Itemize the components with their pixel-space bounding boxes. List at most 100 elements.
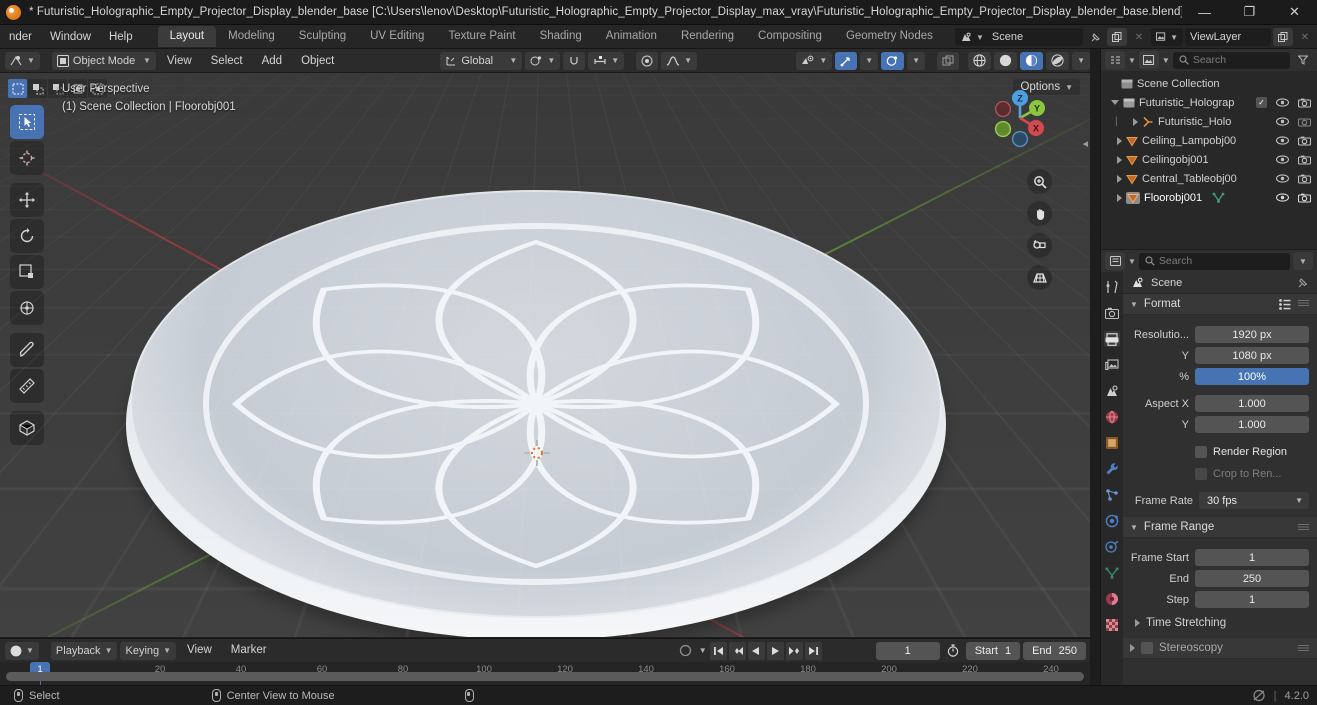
tab-modeling[interactable]: Modeling bbox=[216, 26, 287, 47]
eye-icon[interactable] bbox=[1276, 174, 1289, 183]
add-cube-tool-button[interactable] bbox=[10, 411, 44, 445]
jump-to-end-button[interactable] bbox=[804, 641, 822, 660]
eye-icon[interactable] bbox=[1276, 117, 1289, 126]
drag-handle-icon[interactable] bbox=[1298, 523, 1309, 531]
outliner-row-mesh-selected[interactable]: Floorobj001 bbox=[1101, 188, 1317, 207]
menu-render[interactable]: nder bbox=[0, 25, 41, 49]
start-frame-field[interactable]: Start 1 bbox=[965, 641, 1021, 660]
outliner-filter-button[interactable] bbox=[1293, 51, 1313, 69]
annotate-tool-button[interactable] bbox=[10, 333, 44, 367]
eye-icon[interactable] bbox=[1276, 136, 1289, 145]
overlays-dropdown[interactable]: ▼ bbox=[907, 51, 926, 70]
properties-editor-type-button[interactable] bbox=[1105, 252, 1125, 270]
jump-to-start-button[interactable] bbox=[709, 641, 727, 660]
interaction-mode-selector[interactable]: Object Mode ▼ bbox=[51, 51, 156, 70]
viewport-3d[interactable]: ▼ Object Mode ▼ View Select Add Object G… bbox=[0, 49, 1090, 637]
timeline-menu-playback[interactable]: Playback ▼ bbox=[50, 641, 118, 660]
tab-render-icon[interactable] bbox=[1104, 305, 1120, 321]
tab-sculpting[interactable]: Sculpting bbox=[287, 26, 358, 47]
tab-collection-icon[interactable] bbox=[1104, 435, 1120, 451]
chevron-right-icon[interactable] bbox=[1117, 136, 1122, 145]
snap-toggle-button[interactable] bbox=[563, 51, 586, 70]
viewlayer-selector[interactable]: ViewLayer bbox=[1185, 28, 1271, 46]
camera-icon[interactable] bbox=[1298, 193, 1311, 203]
outliner-display-mode-button[interactable] bbox=[1138, 51, 1159, 69]
timeline-menu-keying[interactable]: Keying ▼ bbox=[120, 641, 177, 660]
play-button[interactable] bbox=[766, 641, 784, 660]
tab-data-icon[interactable] bbox=[1104, 565, 1120, 581]
shading-rendered-button[interactable] bbox=[1046, 51, 1070, 70]
zoom-icon[interactable] bbox=[1027, 169, 1052, 194]
shading-solid-button[interactable] bbox=[994, 51, 1018, 70]
camera-icon[interactable] bbox=[1027, 233, 1052, 258]
frame-rate-select[interactable]: 30 fps ▼ bbox=[1199, 492, 1309, 509]
pin-icon[interactable] bbox=[1297, 277, 1309, 289]
tab-texture-paint[interactable]: Texture Paint bbox=[436, 26, 527, 47]
tab-modifier-icon[interactable] bbox=[1104, 461, 1120, 477]
frame-range-panel-header[interactable]: ▼ Frame Range bbox=[1123, 517, 1317, 538]
measure-tool-button[interactable] bbox=[10, 369, 44, 403]
menu-window[interactable]: Window bbox=[41, 25, 100, 49]
snap-pivot-selector[interactable]: ▼ bbox=[525, 51, 561, 70]
outliner-row-mesh[interactable]: Ceilingobj001 bbox=[1101, 150, 1317, 169]
move-tool-button[interactable] bbox=[10, 183, 44, 217]
chevron-right-icon[interactable] bbox=[1117, 155, 1122, 164]
timeline-strip[interactable]: 20 40 60 80 100 120 140 160 180 200 220 … bbox=[0, 662, 1090, 686]
chevron-right-icon[interactable] bbox=[1117, 174, 1122, 183]
tab-texture-icon[interactable] bbox=[1104, 617, 1120, 633]
current-frame-field[interactable]: 1 bbox=[875, 641, 940, 660]
tab-layout[interactable]: Layout bbox=[157, 26, 217, 47]
camera-icon[interactable] bbox=[1298, 98, 1311, 108]
render-region-checkbox[interactable] bbox=[1195, 445, 1207, 458]
tab-rendering[interactable]: Rendering bbox=[669, 26, 746, 47]
chevron-down-icon[interactable]: ▼ bbox=[699, 646, 707, 655]
camera-icon[interactable] bbox=[1298, 136, 1311, 146]
play-reverse-button[interactable] bbox=[747, 641, 765, 660]
camera-icon[interactable] bbox=[1298, 174, 1311, 184]
cursor-tool-button[interactable] bbox=[10, 141, 44, 175]
viewport-menu-object[interactable]: Object bbox=[293, 49, 342, 73]
auto-keying-toggle[interactable] bbox=[676, 642, 696, 660]
scale-tool-button[interactable] bbox=[10, 255, 44, 289]
end-frame-field[interactable]: End 250 bbox=[1023, 641, 1086, 660]
outliner-search-input[interactable]: Search bbox=[1172, 51, 1290, 69]
outliner-row-collection[interactable]: Futuristic_Holograp ✓ bbox=[1101, 93, 1317, 112]
timeline-scrollbar[interactable] bbox=[6, 672, 1084, 681]
eye-icon[interactable] bbox=[1276, 193, 1289, 202]
viewlayer-icon-button[interactable]: ▼ bbox=[1151, 28, 1183, 46]
tab-tool-icon[interactable] bbox=[1104, 279, 1120, 295]
resolution-y-field[interactable]: 1080 px bbox=[1195, 347, 1309, 364]
tab-uv-editing[interactable]: UV Editing bbox=[358, 26, 436, 47]
tab-geometry-nodes[interactable]: Geometry Nodes bbox=[834, 26, 945, 47]
viewport-menu-view[interactable]: View bbox=[159, 49, 200, 73]
grid-icon[interactable] bbox=[1027, 265, 1052, 290]
menu-help[interactable]: Help bbox=[100, 25, 142, 49]
navigation-gizmo[interactable]: Z Y X bbox=[986, 84, 1054, 152]
visibility-selector[interactable]: ▼ bbox=[796, 51, 833, 70]
camera-icon[interactable] bbox=[1298, 117, 1311, 127]
timeline-menu-marker[interactable]: Marker bbox=[223, 639, 275, 662]
tab-constraints-icon[interactable] bbox=[1104, 539, 1120, 555]
resolution-x-field[interactable]: 1920 px bbox=[1195, 326, 1309, 343]
camera-icon[interactable] bbox=[1298, 155, 1311, 165]
scene-selector[interactable]: ▼ Scene bbox=[955, 28, 1083, 46]
format-panel-header[interactable]: ▼ Format bbox=[1123, 294, 1317, 315]
frame-start-field[interactable]: 1 bbox=[1195, 549, 1309, 566]
tab-animation[interactable]: Animation bbox=[594, 26, 669, 47]
outliner-row-mesh[interactable]: Ceiling_Lampobj00 bbox=[1101, 131, 1317, 150]
tab-viewlayer-icon[interactable] bbox=[1104, 357, 1120, 373]
xray-toggle[interactable] bbox=[937, 51, 960, 70]
aspect-y-field[interactable]: 1.000 bbox=[1195, 416, 1309, 433]
viewport-menu-select[interactable]: Select bbox=[203, 49, 251, 73]
outliner-row-scene-collection[interactable]: Scene Collection bbox=[1101, 74, 1317, 93]
mesh-data-icon[interactable] bbox=[1212, 192, 1225, 204]
resolution-percent-field[interactable]: 100% bbox=[1195, 368, 1309, 385]
aspect-x-field[interactable]: 1.000 bbox=[1195, 395, 1309, 412]
shading-wireframe-button[interactable] bbox=[968, 51, 992, 70]
timeline-menu-view[interactable]: View bbox=[179, 639, 220, 662]
snap-settings-selector[interactable]: ▼ bbox=[588, 51, 625, 70]
chevron-down-icon[interactable] bbox=[1111, 100, 1119, 105]
gizmos-dropdown[interactable]: ▼ bbox=[860, 51, 879, 70]
falloff-type-selector[interactable]: ▼ bbox=[661, 51, 698, 70]
close-button[interactable]: ✕ bbox=[1272, 0, 1317, 25]
